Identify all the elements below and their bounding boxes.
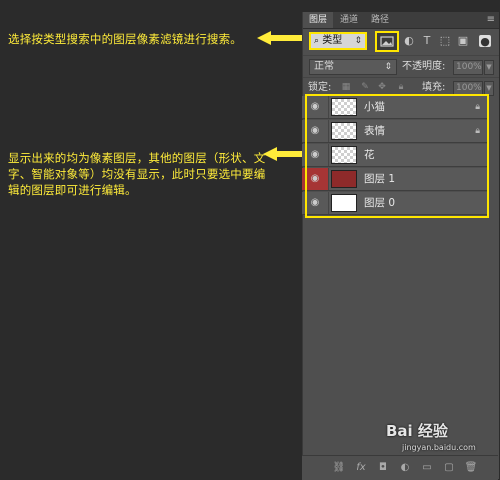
lock-transparency-icon[interactable]: ▦ <box>340 81 352 93</box>
blend-mode-select[interactable]: 正常 ⇕ <box>309 59 397 75</box>
fx-icon[interactable]: fx <box>354 461 368 475</box>
shape-filter-icon[interactable]: ⬚ <box>438 34 452 48</box>
adjustment-filter-icon[interactable]: ◐ <box>402 34 416 48</box>
arrow-to-filter-icon <box>257 31 303 45</box>
filter-kind-label: 类型 <box>322 35 343 46</box>
opacity-dropdown-icon[interactable]: ▼ <box>484 60 494 75</box>
opacity-input[interactable]: 100% <box>453 60 483 75</box>
panel-menu-icon[interactable]: ≡ <box>487 14 495 25</box>
watermark-logo: Bai 经验 <box>386 422 448 440</box>
pixel-layer-filter-button[interactable] <box>375 31 399 52</box>
new-group-icon[interactable]: ▭ <box>420 461 434 475</box>
tab-channels[interactable]: 通道 <box>334 12 364 28</box>
smart-object-filter-icon[interactable]: ▣ <box>456 34 470 48</box>
filter-kind-select[interactable]: ⌕ 类型 ⇕ <box>309 32 367 50</box>
chevron-updown-icon: ⇕ <box>384 62 392 72</box>
lock-pixels-icon[interactable]: ✎ <box>359 81 371 93</box>
tab-layers[interactable]: 图层 <box>303 12 334 28</box>
chevron-updown-icon: ⇕ <box>354 36 362 46</box>
blend-mode-label: 正常 <box>314 61 334 72</box>
layer-mask-icon[interactable]: ◘ <box>376 461 390 475</box>
layers-highlight-box <box>305 94 489 218</box>
watermark-url: jingyan.baidu.com <box>402 443 476 452</box>
adjustment-layer-icon[interactable]: ◐ <box>398 461 412 475</box>
image-icon <box>380 36 394 47</box>
lock-all-icon[interactable]: 🔒︎ <box>395 81 407 93</box>
panel-bottom-bar: ⛓ fx ◘ ◐ ▭ ▢ 🗑︎ <box>302 455 498 480</box>
panel-tabs: 图层 通道 路径 ≡ <box>303 12 499 29</box>
opacity-label: 不透明度: <box>402 61 446 72</box>
type-filter-icon[interactable]: T <box>420 34 434 48</box>
filter-row: ⌕ 类型 ⇕ ◐ T ⬚ ▣ ● <box>303 29 499 55</box>
search-icon: ⌕ <box>314 36 320 46</box>
tab-paths[interactable]: 路径 <box>365 12 395 28</box>
new-layer-icon[interactable]: ▢ <box>442 461 456 475</box>
arrow-to-layers-icon <box>263 147 305 161</box>
link-layers-icon[interactable]: ⛓ <box>332 461 346 475</box>
trash-icon[interactable]: 🗑︎ <box>464 461 478 475</box>
blend-row: 正常 ⇕ 不透明度: 100% ▼ <box>303 55 499 78</box>
annotation-top: 选择按类型搜索中的图层像素滤镜进行搜索。 <box>8 32 242 46</box>
filter-toggle-icon[interactable]: ● <box>479 35 491 48</box>
lock-position-icon[interactable]: ✥ <box>376 81 388 93</box>
annotation-middle: 显示出来的均为像素图层，其他的图层（形状、文字、智能对象等）均没有显示，此时只要… <box>8 151 266 197</box>
layers-panel: 图层 通道 路径 ≡ ⌕ 类型 ⇕ ◐ T ⬚ ▣ ● 正常 ⇕ 不透明度: 1… <box>302 12 499 479</box>
